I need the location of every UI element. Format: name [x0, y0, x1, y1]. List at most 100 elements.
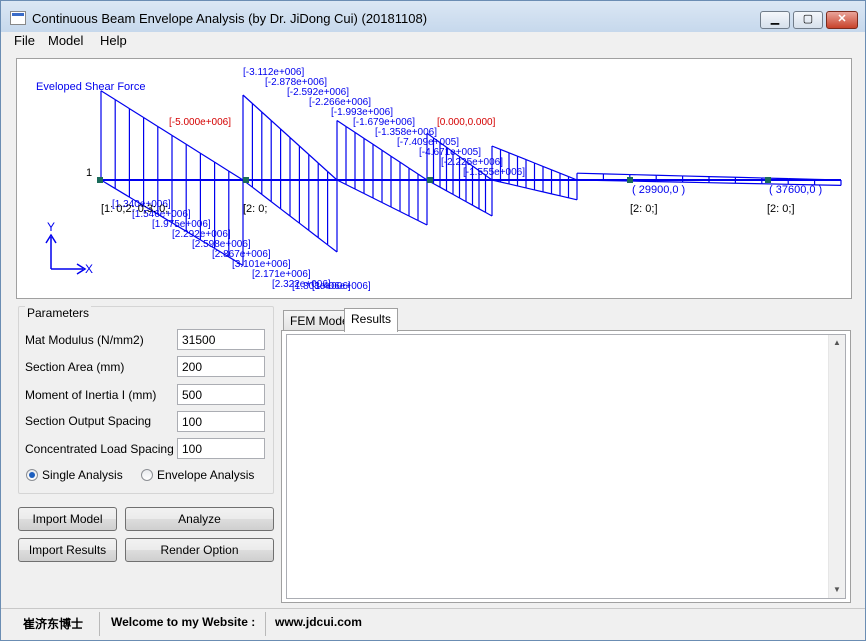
diagram-segment: [525, 159, 535, 164]
maximize-button[interactable]: ▢: [793, 11, 823, 29]
beam-node: [243, 177, 249, 183]
app-window: Continuous Beam Envelope Analysis (by Dr…: [0, 0, 866, 641]
diagram-segment: [534, 189, 544, 193]
import-model-button[interactable]: Import Model: [18, 507, 117, 531]
analyze-button[interactable]: Analyze: [125, 507, 274, 531]
menu-model[interactable]: Model: [48, 33, 83, 48]
diagram-segment: [735, 176, 762, 179]
close-button[interactable]: ✕: [826, 11, 858, 29]
status-separator: [99, 612, 100, 636]
diagram-segment: [682, 175, 710, 178]
diagram-segment: [568, 197, 578, 201]
diagram-value-label: [-5.000e+006]: [169, 117, 231, 128]
diagram-segment: [280, 128, 291, 138]
diagram-segment: [491, 145, 501, 150]
status-author: 崔济东博士: [23, 617, 84, 631]
section-area-label: Section Area (mm): [25, 360, 125, 374]
concentrated-load-spacing-input[interactable]: [177, 438, 265, 459]
diagram-segment: [708, 182, 736, 184]
diagram-segment: [317, 162, 329, 172]
diagram-segment: [270, 201, 281, 210]
diagram-caption: Eveloped Shear Force: [36, 81, 145, 93]
diagram-segment: [242, 94, 253, 104]
beam-diagram-canvas[interactable]: Eveloped Shear Force 1 [-3.112e+006] [-2.…: [16, 58, 852, 299]
maximize-icon: ▢: [802, 13, 814, 25]
diagram-segment: [308, 229, 319, 239]
diagram-segment: [372, 197, 383, 204]
section-output-spacing-label: Section Output Spacing: [25, 414, 152, 428]
mat-modulus-label: Mat Modulus (N/mm2): [25, 333, 144, 347]
section-output-spacing-input[interactable]: [177, 411, 265, 432]
diagram-segment: [682, 181, 710, 184]
coord-label-29900: ( 29900,0 ): [632, 184, 685, 196]
minimize-button[interactable]: ▁: [760, 11, 790, 29]
diagram-segment: [551, 193, 561, 197]
diagram-segment: [143, 117, 159, 127]
beam-node: [765, 177, 771, 183]
scroll-up-icon[interactable]: ▲: [829, 335, 845, 351]
diagram-segment: [129, 108, 144, 119]
mat-modulus-input[interactable]: [177, 329, 265, 350]
diagram-segment: [439, 186, 447, 192]
diagram-segment: [228, 170, 244, 181]
diagram-segment: [629, 180, 657, 183]
results-pane: ▲ ▼: [281, 330, 851, 603]
diagram-segment: [390, 155, 401, 163]
y-axis-label: Y: [47, 220, 55, 234]
diagram-segment: [372, 143, 383, 151]
diagram-value-label: [0.000,0.000]: [437, 117, 496, 128]
diagram-value-label: [-1.555e+006]: [463, 167, 525, 178]
single-analysis-label: Single Analysis: [42, 468, 123, 482]
render-option-button[interactable]: Render Option: [125, 538, 274, 562]
scroll-down-icon[interactable]: ▼: [829, 582, 845, 598]
node-number: 1: [86, 167, 92, 179]
import-results-button[interactable]: Import Results: [18, 538, 117, 562]
menu-file[interactable]: File: [14, 33, 35, 48]
results-textbox[interactable]: ▲ ▼: [286, 334, 846, 599]
diagram-segment: [390, 206, 401, 213]
close-icon: ✕: [837, 13, 847, 25]
diagram-segment: [327, 171, 338, 181]
parameters-title: Parameters: [25, 306, 92, 320]
parameters-group: Parameters Mat Modulus (N/mm2) Section A…: [18, 306, 274, 494]
status-website[interactable]: www.jdcui.com: [275, 615, 362, 629]
diagram-segment: [576, 172, 604, 175]
window-title: Continuous Beam Envelope Analysis (by Dr…: [32, 11, 428, 26]
diagram-segment: [200, 152, 215, 163]
diagram-segment: [559, 172, 569, 178]
diagram-segment: [298, 145, 310, 155]
diagram-segment: [345, 183, 356, 190]
diagram-segment: [459, 197, 467, 203]
radio-unselected-icon: [141, 469, 153, 481]
diagram-segment: [452, 193, 460, 199]
beam-node: [427, 177, 433, 183]
diagram-segment: [629, 173, 657, 176]
span-label: [2: 0;]: [767, 203, 795, 215]
beam-node: [627, 177, 633, 183]
envelope-analysis-radio[interactable]: Envelope Analysis: [141, 468, 254, 482]
diagram-segment: [270, 120, 282, 130]
diagram-segment: [656, 174, 683, 177]
diagram-segment: [551, 169, 561, 174]
diagram-segment: [171, 134, 187, 145]
moment-of-inertia-input[interactable]: [177, 384, 265, 405]
menu-help[interactable]: Help: [100, 33, 127, 48]
minimize-icon: ▁: [770, 13, 780, 25]
diagram-segment: [603, 173, 630, 176]
span-label: [1: 0;2: 0;3: 0;: [101, 203, 168, 215]
diagram-segment: [500, 181, 510, 185]
status-bar: 崔济东博士 Welcome to my Website : www.jdcui.…: [1, 608, 865, 640]
section-area-input[interactable]: [177, 356, 265, 377]
status-separator: [265, 612, 266, 636]
diagram-segment: [114, 188, 130, 198]
tab-results[interactable]: Results: [344, 308, 399, 332]
diagram-segment: [289, 137, 300, 147]
diagram-segment: [280, 208, 291, 217]
shear-force-diagram: Eveloped Shear Force 1 [-3.112e+006][-2.…: [36, 67, 842, 292]
diagram-segment: [408, 215, 419, 222]
diagram-segment: [354, 188, 365, 195]
status-welcome: Welcome to my Website :: [111, 615, 256, 629]
results-scrollbar[interactable]: ▲ ▼: [828, 335, 845, 598]
single-analysis-radio[interactable]: Single Analysis: [26, 468, 123, 482]
diagram-segment: [354, 131, 365, 139]
